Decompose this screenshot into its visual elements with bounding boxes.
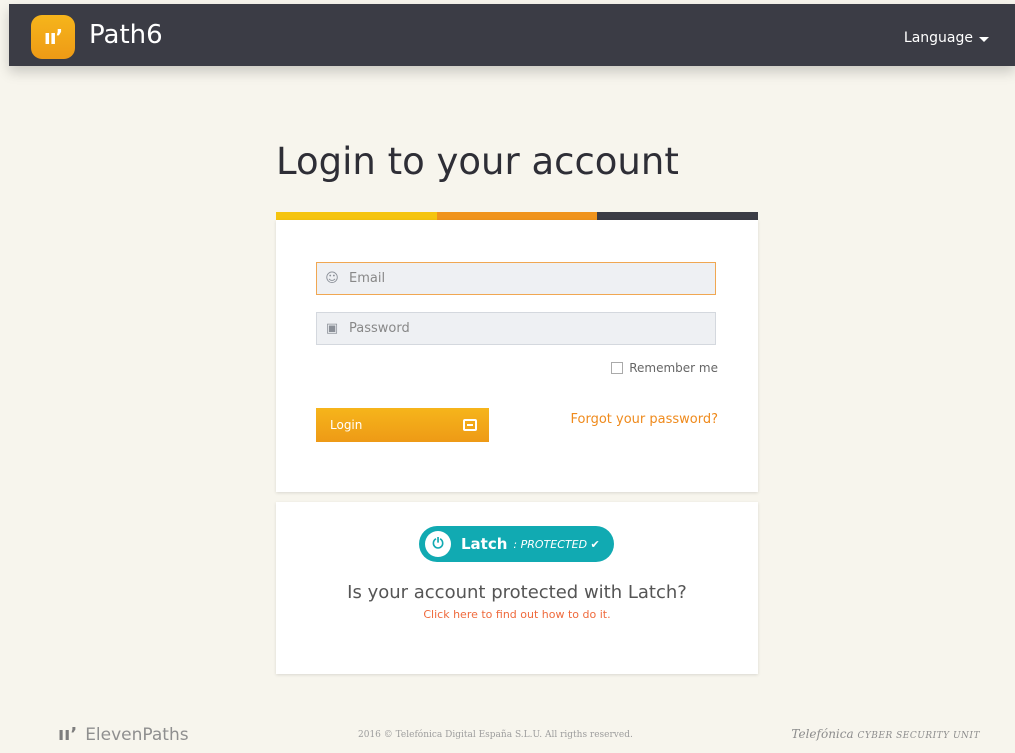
language-dropdown[interactable]: Language <box>904 30 989 46</box>
email-field[interactable]: ☺ <box>316 262 716 295</box>
brand-name[interactable]: Path6 <box>89 20 163 50</box>
cyber-security-unit: CYBER SECURITY UNIT <box>857 731 980 741</box>
lock-icon: ▣ <box>325 321 339 336</box>
elevenpaths-text: ElevenPaths <box>85 724 189 745</box>
password-input[interactable] <box>347 320 715 337</box>
accent-segment-orange <box>436 212 598 220</box>
accent-segment-yellow <box>276 212 437 220</box>
caret-down-icon <box>979 36 989 42</box>
latch-card: ⏻ Latch : PROTECTED ✔ Is your account pr… <box>276 502 758 674</box>
power-icon: ⏻ <box>425 531 451 557</box>
elevenpaths-mark-icon: ıı’ <box>58 724 78 745</box>
forgot-password-link[interactable]: Forgot your password? <box>570 412 718 427</box>
app-logo-icon[interactable]: ıı’ <box>31 15 75 59</box>
remember-checkbox[interactable] <box>611 362 624 374</box>
login-label: Login <box>330 418 363 432</box>
telefonica-brand: Telefónica <box>791 727 854 741</box>
latch-question: Is your account protected with Latch? <box>347 582 687 603</box>
elevenpaths-logo[interactable]: ıı’ ElevenPaths <box>58 724 189 745</box>
password-field[interactable]: ▣ <box>316 312 716 345</box>
page-title: Login to your account <box>276 140 679 183</box>
latch-badge[interactable]: ⏻ Latch : PROTECTED ✔ <box>419 526 614 562</box>
color-accent-bar <box>276 212 759 220</box>
latch-name: Latch <box>461 535 508 553</box>
accent-segment-dark <box>597 212 759 220</box>
login-button[interactable]: Login <box>316 408 489 442</box>
language-label: Language <box>903 30 973 46</box>
login-card: ☺ ▣ Remember me Login Forgot your passwo… <box>276 220 758 492</box>
copyright-text: 2016 © Telefónica Digital España S.L.U. … <box>358 730 633 740</box>
remember-me[interactable]: Remember me <box>611 361 718 375</box>
top-navbar: ıı’ Path6 Language <box>9 4 1015 66</box>
user-icon: ☺ <box>325 271 339 286</box>
telefonica-logo[interactable]: Telefónica CYBER SECURITY UNIT <box>791 727 980 741</box>
latch-help-link[interactable]: Click here to find out how to do it. <box>276 608 758 621</box>
latch-status: : PROTECTED ✔ <box>513 537 600 551</box>
remember-label: Remember me <box>629 361 718 375</box>
sign-in-icon <box>463 419 477 431</box>
email-input[interactable] <box>347 270 715 287</box>
